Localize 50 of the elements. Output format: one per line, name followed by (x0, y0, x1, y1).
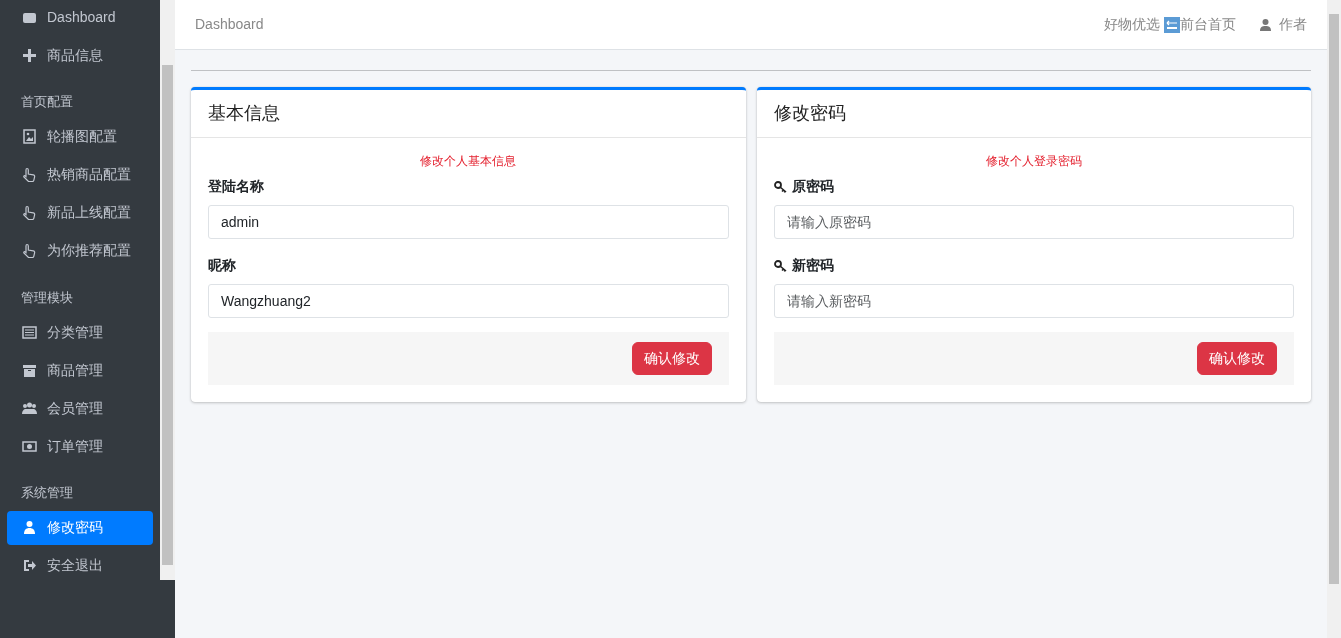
sidebar-item[interactable]: 修改密码 (7, 510, 153, 545)
sidebar-item[interactable]: 为你推荐配置 (7, 233, 153, 268)
home-link[interactable]: 前台首页 (1164, 14, 1236, 35)
sidebar-item[interactable]: 热销商品配置 (7, 157, 153, 192)
page-title: Dashboard (195, 15, 264, 34)
sidebar-item[interactable]: 会员管理 (7, 391, 153, 425)
scrollbar-thumb[interactable] (1329, 14, 1339, 584)
confirm-button[interactable]: 确认修改 (631, 342, 712, 375)
input-field[interactable]: 请输入新密码 (773, 284, 1294, 318)
back-icon (1164, 16, 1180, 33)
money-icon (22, 438, 37, 454)
author-link[interactable]: 作者 (1260, 14, 1307, 35)
input-field[interactable]: 请输入原密码 (773, 205, 1294, 239)
field-label: 昵称 (208, 256, 236, 275)
key-icon (773, 180, 787, 193)
archive-icon (22, 362, 37, 378)
card-title: 修改密码 (756, 90, 1311, 138)
hint-text: 修改个人登录密码 (984, 153, 1083, 170)
sidebar-item[interactable]: 轮播图配置 (7, 119, 153, 154)
list-icon (22, 324, 37, 340)
hint-text: 修改个人基本信息 (419, 153, 518, 170)
hand-pointer-icon (22, 167, 37, 182)
sidebar-item[interactable]: 安全退出 (7, 548, 153, 583)
field-label: 登陆名称 (208, 177, 264, 196)
sign-out-icon (22, 558, 37, 573)
field-label: 新密码 (773, 255, 834, 276)
input-field[interactable]: Wangzhuang2 (208, 284, 729, 318)
field-label: 原密码 (773, 176, 834, 197)
confirm-button[interactable]: 确认修改 (1197, 342, 1277, 375)
sidebar-section-header: 系统管理 (20, 484, 74, 502)
sidebar-item[interactable]: 分类管理 (7, 315, 153, 349)
brand-text: 好物优选 (1104, 15, 1160, 34)
hand-pointer-icon (22, 243, 37, 258)
key-icon (773, 259, 787, 272)
plus-icon (22, 47, 37, 63)
sidebar-item[interactable]: 新品上线配置 (7, 195, 153, 230)
sidebar-item[interactable]: 订单管理 (7, 429, 153, 463)
hand-pointer-icon (22, 205, 37, 220)
scrollbar-thumb[interactable] (162, 65, 173, 565)
sidebar-item[interactable]: 商品信息 (7, 38, 153, 72)
sidebar-item[interactable]: Dashboard (7, 0, 153, 34)
user-icon (22, 520, 37, 535)
users-icon (22, 400, 37, 416)
user-icon (1260, 18, 1271, 31)
card-title: 基本信息 (191, 90, 746, 138)
sidebar-item[interactable]: 商品管理 (7, 353, 153, 387)
image-icon (22, 129, 37, 144)
sidebar-section-header: 管理模块 (20, 288, 74, 307)
sidebar-section-header: 首页配置 (20, 93, 74, 111)
input-field[interactable]: admin (208, 205, 729, 239)
